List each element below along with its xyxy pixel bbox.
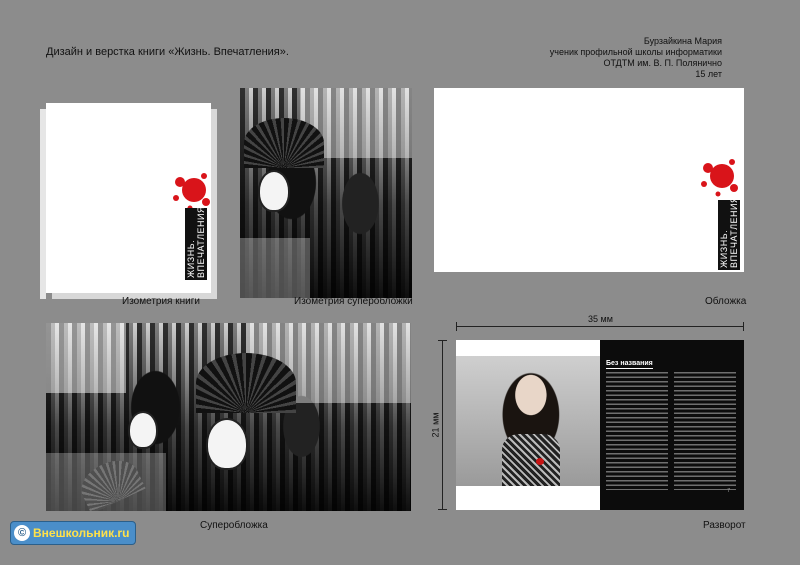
spread-heading: Без названия xyxy=(606,360,653,369)
page-number: 7 xyxy=(727,488,730,494)
book-isometry-mockup: ЖИЗНЬ. ВПЕЧАТЛЕНИЯ xyxy=(40,103,211,299)
spread-right-page: Без названия 7 xyxy=(600,340,744,510)
dimension-tick xyxy=(438,509,447,510)
author-school: ученик профильной школы информатики xyxy=(549,47,722,57)
author-age: 15 лет xyxy=(695,69,722,79)
author-info: Бурзайкина Мария ученик профильной школы… xyxy=(462,36,722,80)
cover-mockup: ЖИЗНЬ. ВПЕЧАТЛЕНИЯ xyxy=(434,88,744,272)
book-spine-title: ЖИЗНЬ. ВПЕЧАТЛЕНИЯ xyxy=(185,206,207,280)
text-column xyxy=(674,372,736,490)
dimension-width-label: 35 мм xyxy=(588,314,613,324)
author-name: Бурзайкина Мария xyxy=(643,36,722,46)
spread-mockup: Без названия 7 xyxy=(456,340,744,510)
caption-cover: Обложка xyxy=(705,296,747,307)
dimension-tick xyxy=(456,322,457,331)
page-title: Дизайн и верстка книги «Жизнь. Впечатлен… xyxy=(46,46,289,58)
dimension-tick xyxy=(438,340,447,341)
author-institution: ОТДТМ им. В. П. Полянично xyxy=(603,58,722,68)
dimension-height-line xyxy=(442,340,443,510)
cover-vertical-title: ЖИЗНЬ. ВПЕЧАТЛЕНИЯ xyxy=(718,196,740,270)
jacket-flat-photo xyxy=(46,323,411,511)
logo-text: Внешкольник.ru xyxy=(33,526,130,540)
caption-jacket-isometry: Изометрия суперобложки xyxy=(294,296,413,307)
jacket-isometry-photo xyxy=(240,88,412,298)
caption-jacket: Суперобложка xyxy=(200,520,268,531)
site-logo[interactable]: © Внешкольник.ru xyxy=(10,521,137,545)
caption-spread: Разворот xyxy=(703,520,746,531)
dimension-height-label: 21 мм xyxy=(430,412,441,438)
text-column xyxy=(606,372,668,490)
portrait-photo xyxy=(456,356,600,486)
dimension-tick xyxy=(743,322,744,331)
spread-left-page xyxy=(456,340,600,510)
dimension-width-line xyxy=(456,326,744,327)
copyright-icon: © xyxy=(14,525,30,541)
caption-book-isometry: Изометрия книги xyxy=(122,296,200,307)
